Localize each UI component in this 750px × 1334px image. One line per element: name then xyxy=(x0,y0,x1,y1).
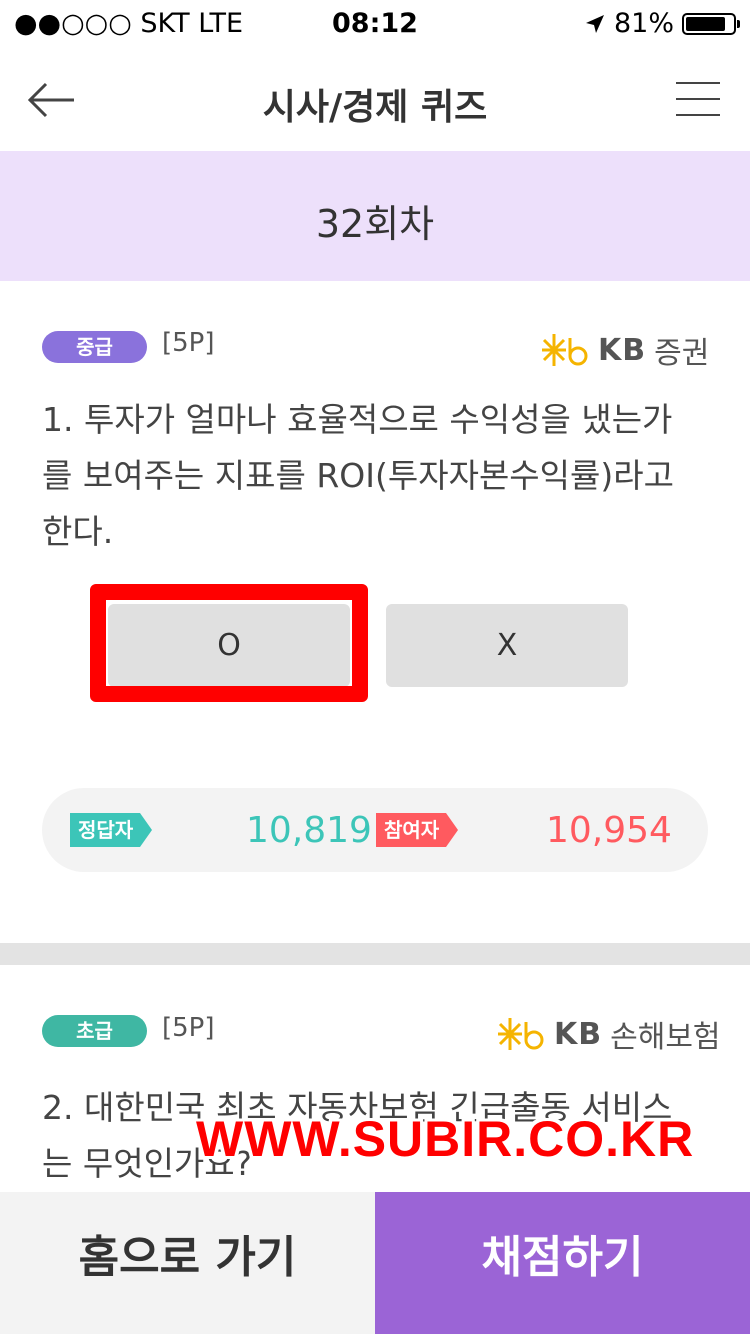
sponsor-kb: KB xyxy=(554,1016,603,1052)
points-label: [5P] xyxy=(162,328,215,358)
round-label: 32회차 xyxy=(315,202,435,246)
selection-highlight xyxy=(90,584,368,702)
sponsor-name: 증권 xyxy=(654,336,710,371)
battery-icon xyxy=(682,12,740,35)
participants-count: 10,954 xyxy=(546,810,672,851)
kb-star-icon xyxy=(498,1018,544,1050)
location-arrow-icon xyxy=(585,14,604,33)
sponsor-logo: KB 증권 xyxy=(540,328,709,372)
answer-x-button[interactable]: X xyxy=(386,604,628,687)
home-button[interactable]: 홈으로 가기 xyxy=(0,1192,375,1334)
level-badge: 중급 xyxy=(42,331,147,363)
grade-button[interactable]: 채점하기 xyxy=(375,1192,750,1334)
kb-star-icon xyxy=(542,334,588,366)
question-line: 한다. xyxy=(42,512,114,551)
participants-tag: 참여자 xyxy=(376,813,458,847)
round-header: 32회차 xyxy=(0,151,750,281)
status-bar: ●●○○○ SKT LTE 08:12 81% xyxy=(0,0,750,50)
status-right: 81% xyxy=(584,8,740,39)
hamburger-menu-icon[interactable] xyxy=(676,82,720,118)
correct-count: 10,819 xyxy=(246,810,372,851)
sponsor-kb: KB xyxy=(598,332,647,368)
nav-bar: 시사/경제 퀴즈 xyxy=(0,50,750,150)
section-divider xyxy=(0,943,750,965)
question-line: 를 보여주는 지표를 ROI(투자자본수익률)라고 xyxy=(42,456,674,495)
stats-bar: 정답자 10,819 참여자 10,954 xyxy=(42,788,708,872)
sponsor-name: 손해보험 xyxy=(610,1020,721,1055)
watermark: WWW.SUBIR.CO.KR xyxy=(196,1111,695,1167)
level-badge: 초급 xyxy=(42,1015,147,1047)
points-label: [5P] xyxy=(162,1013,215,1043)
question-line: 1. 투자가 얼마나 효율적으로 수익성을 냈는가 xyxy=(42,400,673,439)
page-title: 시사/경제 퀴즈 xyxy=(262,87,488,128)
correct-tag: 정답자 xyxy=(70,813,152,847)
sponsor-logo: KB 손해보험 xyxy=(496,1012,721,1056)
battery-percent: 81% xyxy=(613,8,674,39)
question-text: 1. 투자가 얼마나 효율적으로 수익성을 냈는가 를 보여주는 지표를 ROI… xyxy=(42,392,712,560)
